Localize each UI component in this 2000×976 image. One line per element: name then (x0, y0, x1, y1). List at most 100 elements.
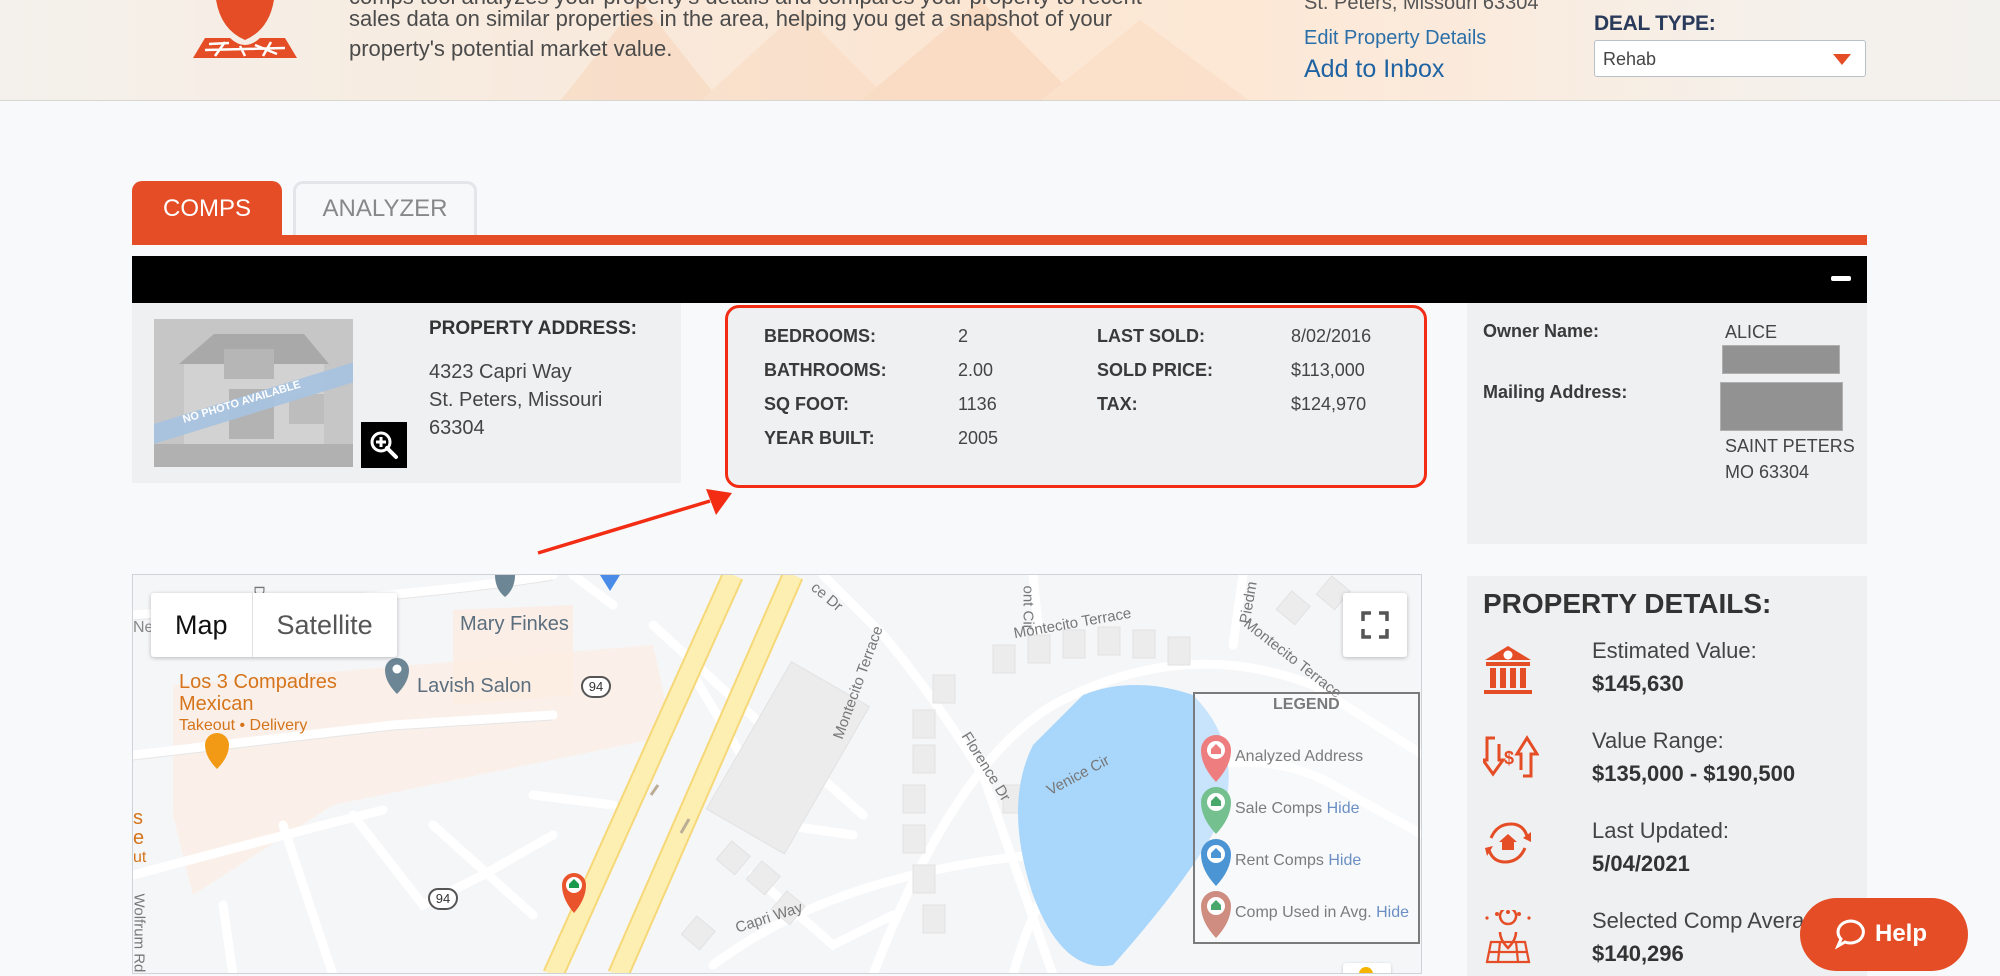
tab-comps[interactable]: COMPS (132, 181, 282, 237)
address-line-3: 63304 (429, 417, 485, 439)
bedrooms-value: 2 (958, 326, 969, 346)
svg-text:$: $ (1504, 748, 1514, 768)
legend-title: LEGEND (1273, 696, 1340, 713)
poi-los-3-line1: Los 3 Compadres (179, 671, 337, 693)
rent-comps-legend-pin-icon (1201, 839, 1231, 886)
hide-sale-comps-link[interactable]: Hide (1327, 800, 1360, 817)
selected-comp-average-value: $140,296 (1592, 941, 1684, 966)
redacted-owner-surname (1722, 345, 1840, 374)
tab-underline (132, 235, 1867, 245)
poi-partial-3: ut (133, 849, 147, 866)
hide-rent-comps-link[interactable]: Hide (1328, 852, 1361, 869)
add-to-inbox-link[interactable]: Add to Inbox (1304, 55, 1444, 84)
address-line-2: St. Peters, Missouri (429, 389, 603, 411)
comp-used-legend-pin-icon (1201, 891, 1231, 938)
sold-price-label: SOLD PRICE: (1097, 360, 1214, 380)
header-banner: comps tool analyzes your property's deta… (0, 0, 2000, 101)
help-button[interactable]: Help (1800, 898, 1968, 971)
map-type-satellite-button[interactable]: Satellite (253, 593, 397, 657)
poi-pin-mary-finkes (495, 575, 515, 597)
year-built-label: YEAR BUILT: (764, 428, 875, 448)
highway-94-shield-bottom: 94 (428, 888, 458, 910)
map-type-control: Map Satellite (151, 593, 397, 657)
section-header-bar (132, 256, 1867, 303)
sale-comps-legend-pin-icon (1201, 787, 1231, 834)
banner-description: comps tool analyzes your property's deta… (349, 0, 1189, 64)
address-line-1: 4323 Capri Way (429, 361, 572, 383)
legend-rent-comps: Rent Comps Hide (1235, 852, 1361, 870)
bank-icon (1484, 646, 1532, 694)
last-updated-value: 5/04/2021 (1592, 851, 1690, 876)
property-address-label: PROPERTY ADDRESS: (429, 318, 637, 339)
mailing-state-zip: MO 63304 (1725, 462, 1810, 482)
owner-name-value: ALICE (1725, 322, 1778, 342)
last-sold-value: 8/02/2016 (1291, 326, 1372, 346)
sold-price-value: $113,000 (1291, 360, 1365, 380)
estimated-value: $145,630 (1592, 671, 1684, 696)
map-type-map-button[interactable]: Map (151, 593, 253, 657)
property-details-title: PROPERTY DETAILS: (1483, 588, 1772, 619)
minus-icon[interactable] (1831, 276, 1851, 281)
street-ont-cir: ont Cir (1019, 585, 1037, 630)
zoom-in-icon (370, 431, 398, 459)
comps-map[interactable]: Ne Mary Finkes Lavish Salon Los 3 Compad… (132, 574, 1422, 974)
poi-los-3-sub: Takeout • Delivery (179, 717, 308, 734)
poi-lavish-salon[interactable]: Lavish Salon (417, 675, 532, 698)
last-sold-label: LAST SOLD: (1097, 326, 1205, 346)
poi-los-3-line2: Mexican (179, 693, 254, 715)
poi-mary-finkes[interactable]: Mary Finkes (460, 613, 569, 636)
street-wolfrum-rd: Wolfrum Rd (132, 893, 148, 973)
deal-type-label: DEAL TYPE: (1594, 12, 1716, 35)
sq-foot-label: SQ FOOT: (764, 394, 849, 414)
deal-type-select[interactable]: Rehab (1594, 40, 1866, 77)
property-address-panel: NO PHOTO AVAILABLE PROPERTY ADDRESS: 432… (132, 303, 681, 483)
mailing-city: SAINT PETERS (1725, 436, 1855, 456)
sq-foot-value: 1136 (958, 394, 997, 414)
hide-comp-used-link[interactable]: Hide (1376, 904, 1409, 921)
redacted-mailing-street (1720, 382, 1843, 431)
legend-label: Rent Comps (1235, 852, 1324, 869)
zoom-in-button[interactable] (361, 422, 407, 468)
poi-los-3-compadres[interactable]: Los 3 Compadres Mexican Takeout • Delive… (179, 671, 337, 737)
no-photo-house-image: NO PHOTO AVAILABLE (154, 319, 353, 467)
map-pin-icon (193, 0, 297, 58)
highway-94-shield-top: 94 (581, 676, 611, 698)
fullscreen-icon (1361, 611, 1389, 639)
estimated-value-label: Estimated Value: (1592, 638, 1757, 663)
year-built-value: 2005 (958, 428, 999, 448)
mailing-address-label: Mailing Address: (1483, 382, 1628, 402)
poi-partial-1: s (133, 807, 143, 829)
chevron-down-icon (1833, 54, 1851, 65)
description-line-3: property's potential market value. (349, 36, 673, 61)
bathrooms-label: BATHROOMS: (764, 360, 887, 380)
fullscreen-button[interactable] (1343, 593, 1407, 657)
annotation-arrow (537, 489, 732, 555)
edit-property-details-link[interactable]: Edit Property Details (1304, 27, 1486, 50)
value-range-value: $135,000 - $190,500 (1592, 761, 1796, 786)
selected-comp-average-label: Selected Comp Average: (1592, 908, 1835, 933)
street-view-pegman-button[interactable] (1343, 963, 1391, 973)
poi-pin-blue (600, 575, 620, 591)
owner-name-label: Owner Name: (1483, 321, 1600, 341)
legend-comp-used-in-avg: Comp Used in Avg. Hide (1235, 904, 1409, 922)
property-facts-box: BEDROOMS: 2 BATHROOMS: 2.00 SQ FOOT: 113… (725, 305, 1427, 488)
analyzed-address-legend-pin-icon (1201, 735, 1231, 782)
property-address: 4323 Capri Way St. Peters, Missouri 6330… (429, 358, 602, 442)
poi-partial-2: e (133, 827, 145, 849)
bathrooms-value: 2.00 (958, 360, 994, 380)
property-photo: NO PHOTO AVAILABLE (154, 319, 353, 467)
tax-value: $124,970 (1291, 394, 1367, 414)
refresh-house-icon (1485, 822, 1531, 864)
tab-analyzer[interactable]: ANALYZER (293, 181, 477, 235)
bedrooms-label: BEDROOMS: (764, 326, 876, 346)
help-label: Help (1875, 920, 1928, 947)
value-range-label: Value Range: (1592, 728, 1724, 753)
legend-label: Analyzed Address (1235, 748, 1364, 765)
chat-bubble-icon (1834, 919, 1865, 950)
tax-label: TAX: (1097, 394, 1138, 414)
legend-label: Sale Comps (1235, 800, 1323, 817)
last-updated-label: Last Updated: (1592, 818, 1729, 843)
banner-address: St. Peters, Missouri 63304 (1304, 0, 1539, 14)
owner-panel: Owner Name: ALICE Mailing Address: SAINT… (1467, 303, 1867, 544)
legend-analyzed-address: Analyzed Address (1235, 748, 1363, 766)
